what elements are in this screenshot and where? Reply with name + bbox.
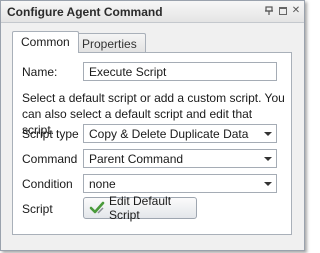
edit-default-script-button[interactable]: Edit Default Script bbox=[83, 194, 197, 222]
command-label: Command bbox=[22, 152, 78, 166]
maximize-icon[interactable] bbox=[277, 5, 289, 17]
script-type-select[interactable]: Copy & Delete Duplicate Data bbox=[83, 124, 277, 143]
tab-common[interactable]: Common bbox=[12, 31, 79, 53]
configure-agent-command-window: Configure Agent Command ✕ Common Propert… bbox=[0, 0, 305, 251]
common-tab-panel: Name: Execute Script Select a default sc… bbox=[12, 52, 292, 235]
close-icon[interactable]: ✕ bbox=[290, 5, 302, 17]
title-bar: Configure Agent Command ✕ bbox=[1, 1, 304, 23]
command-select[interactable]: Parent Command bbox=[83, 149, 277, 168]
chevron-down-icon[interactable] bbox=[264, 182, 272, 186]
checkmark-pencil-icon bbox=[89, 200, 105, 216]
condition-label: Condition bbox=[22, 177, 73, 191]
condition-value: none bbox=[89, 177, 116, 191]
script-type-label: Script type bbox=[22, 127, 79, 141]
window-title: Configure Agent Command bbox=[7, 5, 163, 19]
condition-select[interactable]: none bbox=[83, 174, 277, 193]
chevron-down-icon[interactable] bbox=[264, 132, 272, 136]
tab-properties-label: Properties bbox=[82, 37, 137, 51]
script-label: Script bbox=[22, 202, 53, 216]
command-value: Parent Command bbox=[89, 152, 184, 166]
tab-properties[interactable]: Properties bbox=[73, 33, 146, 53]
edit-default-script-label: Edit Default Script bbox=[109, 194, 172, 222]
tab-common-label: Common bbox=[21, 35, 70, 49]
chevron-down-icon[interactable] bbox=[264, 157, 272, 161]
pin-icon[interactable] bbox=[263, 5, 275, 17]
script-type-value: Copy & Delete Duplicate Data bbox=[89, 127, 249, 141]
name-label: Name: bbox=[22, 65, 58, 79]
name-field[interactable]: Execute Script bbox=[83, 62, 277, 81]
